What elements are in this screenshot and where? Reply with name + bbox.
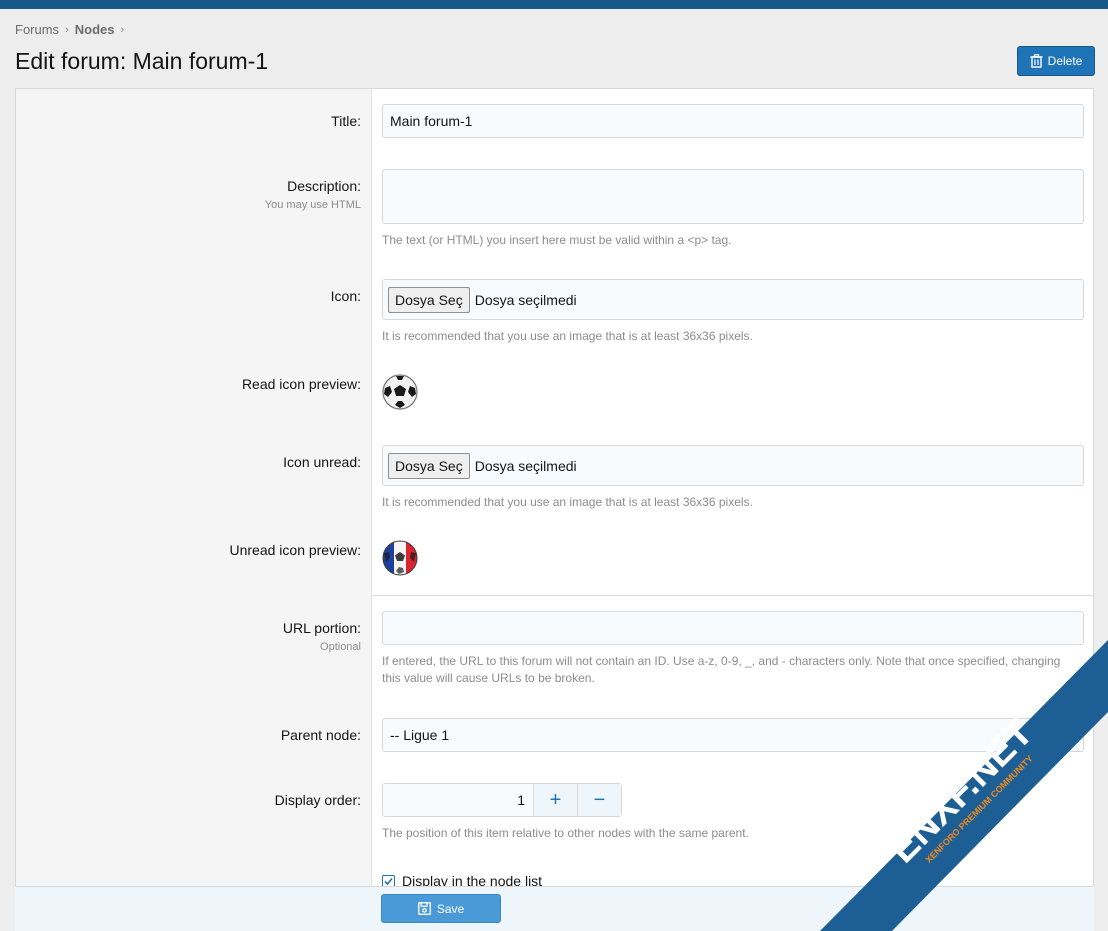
- page-title: Edit forum: Main forum-1: [15, 48, 269, 74]
- url-portion-explain: If entered, the URL to this forum will n…: [382, 654, 1061, 685]
- display-order-stepper[interactable]: 1 + −: [382, 783, 622, 817]
- save-label: Save: [436, 901, 465, 916]
- parent-node-value: -- Ligue 1: [390, 727, 450, 743]
- url-portion-label: URL portion:: [282, 620, 361, 636]
- icon-unread-file-input[interactable]: Dosya Seç Dosya seçilmedi: [382, 445, 1084, 486]
- save-button[interactable]: Save: [381, 894, 501, 923]
- parent-node-select[interactable]: -- Ligue 1: [382, 718, 1084, 752]
- trash-icon: [1030, 54, 1043, 68]
- icon-unread-file-status: Dosya seçilmedi: [474, 457, 577, 474]
- section-divider: [372, 595, 1094, 596]
- flag-ball-icon: [382, 540, 418, 576]
- form-footer: Save: [15, 886, 1094, 931]
- delete-label: Delete: [1047, 54, 1083, 68]
- display-order-value[interactable]: 1: [383, 784, 533, 816]
- floppy-disk-icon: [417, 902, 431, 915]
- icon-unread-label: Icon unread:: [283, 454, 361, 470]
- icon-choose-file-button[interactable]: Dosya Seç: [388, 286, 470, 313]
- title-label: Title:: [331, 113, 361, 129]
- increment-button[interactable]: +: [533, 784, 577, 816]
- url-portion-input[interactable]: [382, 611, 1084, 645]
- breadcrumb-forums[interactable]: Forums: [15, 22, 59, 37]
- url-portion-hint: Optional: [320, 641, 361, 653]
- unread-preview-label: Unread icon preview:: [229, 542, 361, 558]
- icon-file-status: Dosya seçilmedi: [474, 291, 577, 308]
- icon-unread-choose-file-button[interactable]: Dosya Seç: [388, 452, 470, 479]
- decrement-button[interactable]: −: [577, 784, 621, 816]
- soccer-ball-icon: [382, 374, 418, 410]
- icon-file-input[interactable]: Dosya Seç Dosya seçilmedi: [382, 279, 1084, 320]
- display-order-label: Display order:: [274, 792, 361, 808]
- description-textarea[interactable]: [382, 169, 1084, 224]
- description-label: Description:: [287, 178, 361, 194]
- delete-button[interactable]: Delete: [1017, 46, 1095, 76]
- description-hint: You may use HTML: [264, 199, 361, 211]
- edit-forum-form: Title: Main forum-1 Description: You may…: [15, 88, 1094, 931]
- breadcrumb-nodes[interactable]: Nodes: [75, 22, 115, 37]
- top-bar: [0, 0, 1108, 9]
- read-preview-label: Read icon preview:: [241, 376, 361, 392]
- chevron-right-icon: ›: [65, 23, 69, 36]
- parent-node-label: Parent node:: [280, 727, 361, 743]
- title-value: Main forum-1: [390, 113, 473, 129]
- chevron-right-icon: ›: [120, 23, 125, 36]
- title-input[interactable]: Main forum-1: [382, 104, 1084, 138]
- icon-explain: It is recommended that you use an image …: [382, 329, 753, 343]
- icon-label: Icon:: [330, 288, 361, 304]
- checkmark-icon: [384, 877, 393, 885]
- icon-unread-explain: It is recommended that you use an image …: [382, 495, 753, 509]
- display-order-explain: The position of this item relative to ot…: [382, 826, 749, 840]
- breadcrumb: Forums › Nodes ›: [15, 22, 124, 37]
- description-explain: The text (or HTML) you insert here must …: [382, 233, 732, 247]
